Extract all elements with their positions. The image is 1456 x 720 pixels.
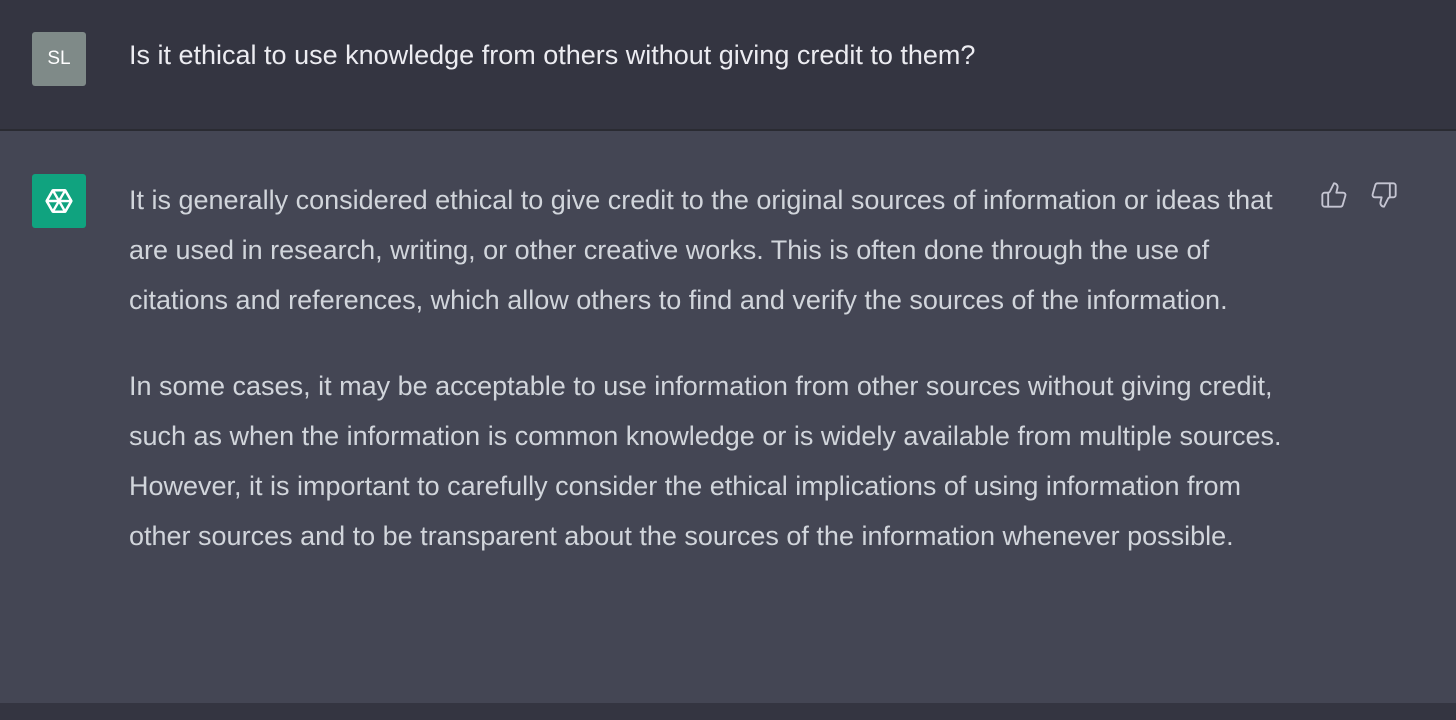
- thumbs-down-button[interactable]: [1368, 179, 1400, 211]
- assistant-avatar: [32, 174, 86, 228]
- chat-thread: SL Is it ethical to use knowledge from o…: [0, 0, 1456, 720]
- bottom-strip: [0, 703, 1456, 720]
- user-message-text: Is it ethical to use knowledge from othe…: [129, 40, 976, 70]
- thumbs-up-button[interactable]: [1318, 179, 1350, 211]
- thumbs-down-icon: [1371, 182, 1397, 208]
- assistant-message-text: It is generally considered ethical to gi…: [129, 175, 1299, 597]
- user-message-row: SL Is it ethical to use knowledge from o…: [0, 0, 1456, 131]
- assistant-message-row: It is generally considered ethical to gi…: [0, 131, 1456, 703]
- openai-logo-icon: [45, 189, 73, 213]
- assistant-paragraph-1: It is generally considered ethical to gi…: [129, 185, 1273, 315]
- assistant-paragraph-2: In some cases, it may be acceptable to u…: [129, 371, 1282, 551]
- user-avatar: SL: [32, 32, 86, 86]
- user-avatar-initials: SL: [47, 48, 71, 69]
- thumbs-up-icon: [1321, 182, 1347, 208]
